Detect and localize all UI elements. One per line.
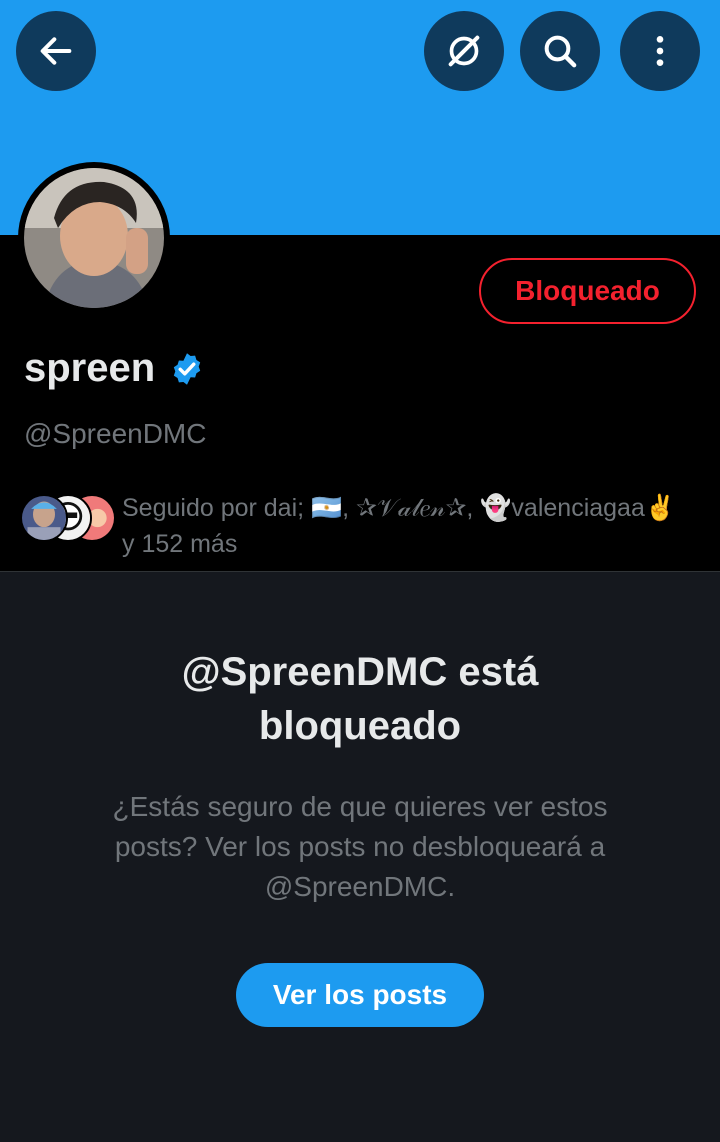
- profile-avatar[interactable]: [18, 162, 170, 314]
- followed-by-more: y 152 más: [122, 530, 238, 558]
- verified-badge-icon: [173, 352, 201, 385]
- avatar-photo: [24, 168, 164, 308]
- display-name: spreen: [24, 346, 205, 391]
- followed-by[interactable]: Seguido por dai; 🇦🇷, ✰𝒱𝒶𝓁𝑒𝓃✰, 👻valenciag…: [20, 490, 710, 562]
- profile-handle: @SpreenDMC: [24, 418, 207, 449]
- followed-by-text: Seguido por dai; 🇦🇷, ✰𝒱𝒶𝓁𝑒𝓃✰, 👻valenciag…: [122, 490, 676, 562]
- back-button[interactable]: [16, 11, 96, 91]
- blocked-button[interactable]: Bloqueado: [479, 258, 696, 324]
- search-icon: [544, 35, 577, 68]
- display-name-text: spreen: [24, 346, 156, 390]
- follower-avatars: [20, 490, 116, 544]
- followed-by-names: Seguido por dai; 🇦🇷, ✰𝒱𝒶𝓁𝑒𝓃✰, 👻valenciag…: [122, 494, 676, 522]
- arrow-left-icon: [40, 37, 72, 65]
- more-vertical-icon: [656, 36, 664, 66]
- blocked-notice-description: ¿Estás seguro de que quieres ver estos p…: [112, 791, 608, 902]
- more-options-button[interactable]: [620, 11, 700, 91]
- view-posts-button[interactable]: Ver los posts: [236, 963, 484, 1027]
- grok-button[interactable]: [424, 11, 504, 91]
- follower-avatar: [20, 494, 68, 542]
- grok-icon: [448, 35, 480, 67]
- blocked-notice-title: @SpreenDMC está bloqueado: [181, 650, 539, 748]
- blocked-notice: @SpreenDMC está bloqueado ¿Estás seguro …: [0, 645, 720, 1027]
- search-button[interactable]: [520, 11, 600, 91]
